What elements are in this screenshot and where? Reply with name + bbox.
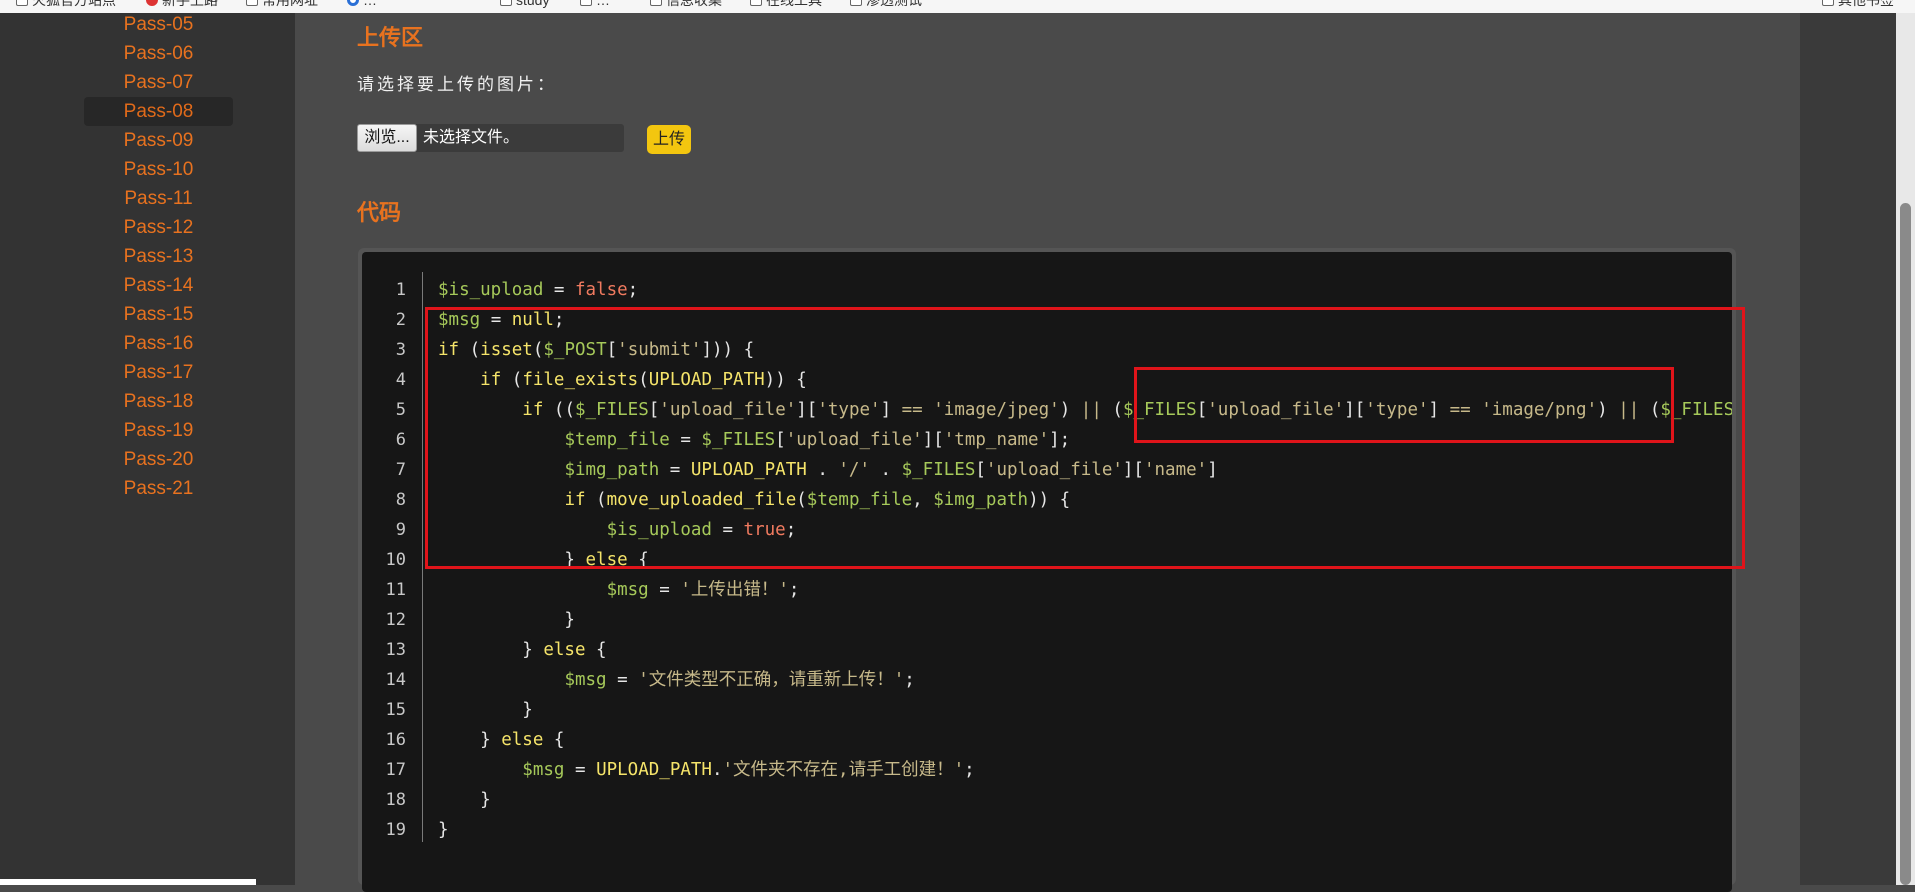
code-line: if (file_exists(UPLOAD_PATH)) { [480, 370, 807, 390]
folder-icon [850, 0, 862, 6]
file-status: 未选择文件。 [423, 129, 520, 146]
folder-icon [246, 0, 258, 6]
code-line: } [438, 820, 449, 840]
sidebar-item-pass-12[interactable]: Pass-12 [84, 213, 233, 242]
code-line: $msg = '上传出错！'; [606, 580, 800, 600]
sidebar-item-pass-18[interactable]: Pass-18 [84, 387, 233, 416]
sidebar-item-pass-19[interactable]: Pass-19 [84, 416, 233, 445]
line-number: 10 [385, 550, 406, 570]
line-number: 5 [395, 400, 406, 420]
folder-icon [750, 0, 762, 6]
code-lines: $is_upload = false; $msg = null; if (isset… [438, 275, 1732, 845]
code-panel: 1 2 3 4 5 6 7 8 9 10 11 12 13 14 15 16 1… [358, 248, 1736, 892]
code-line: } else { [438, 640, 607, 660]
upload-button[interactable]: 上传 [647, 125, 691, 154]
sidebar-item-pass-21[interactable]: Pass-21 [84, 474, 233, 503]
bookmark-item[interactable]: 信息收集 [650, 0, 722, 8]
line-number: 8 [395, 490, 406, 510]
code-line: } else { [438, 730, 565, 750]
line-number: 18 [385, 790, 406, 810]
sidebar-item-pass-07[interactable]: Pass-07 [84, 68, 233, 97]
code-line: $is_upload = false; [438, 280, 639, 300]
right-gutter [1800, 13, 1896, 885]
code-line: if (($_FILES['upload_file']['type'] == '… [522, 400, 1732, 420]
line-number: 15 [385, 700, 406, 720]
bookmarks-bar: 火狐官方站点 新手上路 常用网址 … study … 信息收集 在线工具 渗透测… [0, 0, 1915, 14]
bookmark-item[interactable]: … [347, 0, 377, 8]
browse-button[interactable]: 浏览... [357, 124, 417, 152]
line-number: 11 [385, 580, 406, 600]
sidebar-item-pass-09[interactable]: Pass-09 [84, 126, 233, 155]
line-number: 4 [395, 370, 406, 390]
code-line: $temp_file = $_FILES['upload_file']['tmp… [564, 430, 1071, 450]
line-number: 3 [395, 340, 406, 360]
status-strip [0, 879, 256, 885]
code-line: } [438, 790, 491, 810]
sidebar-item-pass-11[interactable]: Pass-11 [84, 184, 233, 213]
sidebar-item-pass-06[interactable]: Pass-06 [84, 39, 233, 68]
code-line: $img_path = UPLOAD_PATH . '/' . $_FILES[… [564, 460, 1218, 480]
bookmark-item[interactable]: 火狐官方站点 [16, 0, 116, 8]
folder-icon [650, 0, 662, 6]
code-line: if (isset($_POST['submit'])) { [438, 340, 755, 360]
sidebar-item-pass-14[interactable]: Pass-14 [84, 271, 233, 300]
line-number: 17 [385, 760, 406, 780]
line-number: 14 [385, 670, 406, 690]
line-number: 7 [395, 460, 406, 480]
bookmark-item[interactable]: 在线工具 [750, 0, 822, 8]
sidebar-item-pass-10[interactable]: Pass-10 [84, 155, 233, 184]
folder-icon [16, 0, 28, 6]
line-number-gutter: 1 2 3 4 5 6 7 8 9 10 11 12 13 14 15 16 1… [362, 275, 422, 845]
bookmark-item[interactable]: 常用网址 [246, 0, 318, 8]
firefox-icon [146, 0, 158, 6]
code-block: 1 2 3 4 5 6 7 8 9 10 11 12 13 14 15 16 1… [362, 252, 1732, 892]
folder-icon [500, 0, 512, 6]
bookmark-item[interactable]: 渗透测试 [850, 0, 922, 8]
upload-section-title: 上传区 [357, 25, 424, 50]
code-line: } [438, 610, 575, 630]
line-number: 19 [385, 820, 406, 840]
code-line: $is_upload = true; [606, 520, 797, 540]
sidebar-item-pass-08[interactable]: Pass-08 [84, 97, 233, 126]
sidebar-item-pass-17[interactable]: Pass-17 [84, 358, 233, 387]
sidebar-item-pass-20[interactable]: Pass-20 [84, 445, 233, 474]
bookmark-item[interactable]: … [580, 0, 610, 8]
line-number: 9 [395, 520, 406, 540]
line-number: 16 [385, 730, 406, 750]
line-number: 13 [385, 640, 406, 660]
page-scrollbar[interactable] [1896, 13, 1915, 885]
code-line: } [438, 700, 533, 720]
code-line: if (move_uploaded_file($temp_file, $img_… [564, 490, 1071, 510]
code-line: $msg = '文件类型不正确，请重新上传！'; [564, 670, 915, 690]
line-number: 12 [385, 610, 406, 630]
sidebar-item-pass-15[interactable]: Pass-15 [84, 300, 233, 329]
line-number: 6 [395, 430, 406, 450]
bookmark-item[interactable]: study [500, 0, 549, 8]
bookmark-item[interactable]: 新手上路 [146, 0, 218, 8]
code-section-title: 代码 [357, 200, 402, 225]
sidebar-item-pass-05[interactable]: Pass-05 [84, 10, 233, 39]
gutter-divider [422, 272, 423, 842]
code-line: $msg = UPLOAD_PATH.'文件夹不存在,请手工创建！'; [522, 760, 975, 780]
folder-icon [580, 0, 592, 6]
globe-icon [347, 0, 359, 6]
bookmark-item[interactable]: 其他书签 [1822, 0, 1894, 8]
line-number: 1 [395, 280, 406, 300]
scrollbar-thumb[interactable] [1900, 203, 1911, 885]
code-line: } else { [438, 550, 649, 570]
sidebar: Pass-05 Pass-06 Pass-07 Pass-08 Pass-09 … [0, 13, 295, 885]
code-line: $msg = null; [438, 310, 565, 330]
line-number: 2 [395, 310, 406, 330]
upload-prompt: 请选择要上传的图片： [357, 75, 557, 94]
sidebar-item-pass-13[interactable]: Pass-13 [84, 242, 233, 271]
file-input[interactable]: 浏览... 未选择文件。 [357, 124, 624, 152]
sidebar-item-pass-16[interactable]: Pass-16 [84, 329, 233, 358]
folder-icon [1822, 0, 1834, 6]
